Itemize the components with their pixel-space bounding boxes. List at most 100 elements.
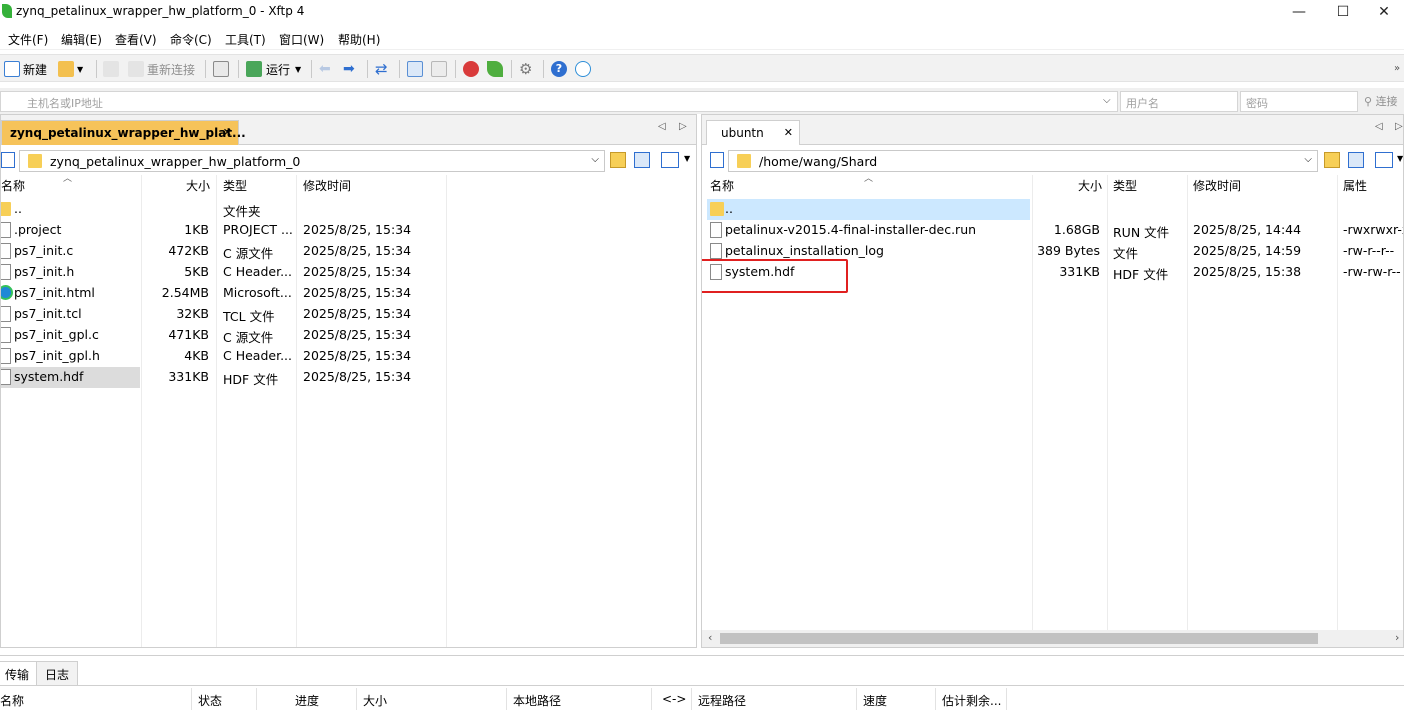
refresh-icon[interactable]	[634, 152, 650, 168]
xshell-button[interactable]	[463, 59, 479, 79]
xftp-button[interactable]	[487, 59, 503, 79]
col-attributes[interactable]: 属性	[1343, 177, 1367, 194]
horizontal-scrollbar[interactable]: ‹ ›	[702, 630, 1403, 647]
file-size: 4KB	[184, 348, 209, 363]
scroll-right-icon[interactable]: ›	[1395, 631, 1399, 644]
chat-button[interactable]	[575, 59, 591, 79]
col-mtime[interactable]: 修改时间	[303, 177, 351, 194]
password-input[interactable]: 密码	[1240, 91, 1358, 112]
connect-icon: ⚲	[1364, 95, 1373, 108]
col-type[interactable]: 类型	[223, 177, 247, 194]
menu-view[interactable]: 查看(V)	[115, 31, 157, 48]
remote-path-select[interactable]: /home/wang/Shard ⌵	[728, 150, 1318, 172]
tab-local-session[interactable]: zynq_petalinux_wrapper_hw_plat... ✕	[1, 120, 246, 145]
sync-arrows-icon[interactable]: ⇄	[375, 59, 388, 79]
local-pane: zynq_petalinux_wrapper_hw_plat... ✕ ◁ ▷ …	[0, 114, 697, 648]
tab-remote-session[interactable]: ubuntn ✕	[706, 120, 800, 145]
col-size[interactable]: 大小	[186, 177, 210, 194]
connect-button[interactable]: ⚲ 连接	[1364, 93, 1398, 109]
host-dropdown-chevron-icon[interactable]: ⌵	[1103, 95, 1111, 106]
tree-toggle-icon[interactable]	[710, 152, 724, 168]
tab-transfer[interactable]: 传输	[0, 661, 39, 685]
local-file-row[interactable]: ps7_init.h 5KB C Header... 2025/8/25, 15…	[1, 262, 696, 283]
local-file-row[interactable]: ps7_init_gpl.c 471KB C 源文件 2025/8/25, 15…	[1, 325, 696, 346]
parent-folder-icon[interactable]	[1324, 152, 1340, 168]
gear-icon[interactable]: ⚙	[519, 59, 532, 79]
menu-window[interactable]: 窗口(W)	[279, 31, 324, 48]
properties-button[interactable]	[213, 59, 229, 79]
local-file-row-selected[interactable]: system.hdf 331KB HDF 文件 2025/8/25, 15:34	[1, 367, 696, 388]
scroll-left-icon[interactable]: ‹	[708, 631, 712, 644]
chevron-down-icon[interactable]: ▼	[1397, 154, 1403, 163]
col-type[interactable]: 类型	[1113, 177, 1137, 194]
menu-edit[interactable]: 编辑(E)	[61, 31, 102, 48]
col-local-path[interactable]: 本地路径	[513, 692, 561, 709]
file-name: ..	[725, 201, 733, 216]
file-type: C 源文件	[223, 246, 274, 261]
local-file-row[interactable]: ps7_init.c 472KB C 源文件 2025/8/25, 15:34	[1, 241, 696, 262]
tree-toggle-icon[interactable]	[1, 152, 15, 168]
maximize-button[interactable]: ☐	[1320, 0, 1366, 24]
back-arrow-icon[interactable]: ⬅	[319, 59, 331, 79]
col-time-remaining[interactable]: 估计剩余...	[942, 692, 1001, 709]
view-mode-icon[interactable]	[661, 152, 679, 168]
minimize-button[interactable]: —	[1276, 0, 1322, 24]
username-input[interactable]: 用户名	[1120, 91, 1238, 112]
remote-pane: ubuntn ✕ ◁ ▷ /home/wang/Shard ⌵ ▼ 名称 ︿ 大…	[701, 114, 1404, 648]
tab-scroll-left-icon[interactable]: ◁	[658, 121, 666, 132]
remote-tab-strip: ubuntn ✕ ◁ ▷	[702, 115, 1403, 145]
col-size[interactable]: 大小	[1078, 177, 1102, 194]
remote-file-row-parent[interactable]: ..	[702, 199, 1403, 220]
local-file-row[interactable]: ps7_init_gpl.h 4KB C Header... 2025/8/25…	[1, 346, 696, 367]
close-button[interactable]: ✕	[1364, 0, 1404, 24]
col-transfer-size[interactable]: 大小	[363, 692, 387, 709]
forward-arrow-icon[interactable]: ➡	[343, 59, 355, 79]
tab-scroll-left-icon[interactable]: ◁	[1375, 121, 1383, 132]
close-tab-icon[interactable]: ✕	[784, 126, 793, 139]
tab-log[interactable]: 日志	[36, 661, 79, 685]
file-mtime: 2025/8/25, 15:34	[303, 327, 412, 342]
local-path-select[interactable]: zynq_petalinux_wrapper_hw_platform_0 ⌵	[19, 150, 605, 172]
local-file-row[interactable]: .. 文件夹	[1, 199, 696, 220]
remote-file-row[interactable]: petalinux-v2015.4-final-installer-dec.ru…	[702, 220, 1403, 241]
tab-scroll-right-icon[interactable]: ▷	[1395, 121, 1403, 132]
copy-button[interactable]	[407, 59, 423, 79]
col-remote-path[interactable]: 远程路径	[698, 692, 746, 709]
parent-folder-icon[interactable]	[610, 152, 626, 168]
col-name[interactable]: 名称	[1, 177, 25, 194]
file-type: TCL 文件	[223, 309, 275, 324]
chevron-down-icon[interactable]: ▼	[684, 154, 690, 163]
col-mtime[interactable]: 修改时间	[1193, 177, 1241, 194]
link-icon	[103, 61, 119, 77]
paste-button[interactable]	[431, 59, 447, 79]
menu-help[interactable]: 帮助(H)	[338, 31, 380, 48]
tab-scroll-right-icon[interactable]: ▷	[679, 121, 687, 132]
copy-icon	[407, 61, 423, 77]
col-direction[interactable]: <->	[662, 692, 686, 706]
reconnect-button[interactable]: 重新连接	[128, 59, 195, 79]
col-transfer-status[interactable]: 状态	[198, 692, 222, 709]
menu-file[interactable]: 文件(F)	[8, 31, 48, 48]
refresh-icon[interactable]	[1348, 152, 1364, 168]
toolbar-overflow-icon[interactable]: »	[1394, 63, 1400, 74]
open-folder-button[interactable]: ▼	[58, 59, 83, 79]
menu-tools[interactable]: 工具(T)	[225, 31, 266, 48]
local-file-row[interactable]: .project 1KB PROJECT ... 2025/8/25, 15:3…	[1, 220, 696, 241]
local-file-row[interactable]: ps7_init.html 2.54MB Microsoft... 2025/8…	[1, 283, 696, 304]
local-file-row[interactable]: ps7_init.tcl 32KB TCL 文件 2025/8/25, 15:3…	[1, 304, 696, 325]
col-speed[interactable]: 速度	[863, 692, 887, 709]
run-button[interactable]: 运行 ▼	[246, 59, 301, 79]
col-transfer-progress[interactable]: 进度	[295, 692, 319, 709]
col-name[interactable]: 名称	[710, 177, 734, 194]
close-tab-icon[interactable]: ✕	[223, 126, 232, 139]
reconnect-label: 重新连接	[147, 62, 196, 77]
scrollbar-thumb[interactable]	[720, 633, 1318, 644]
menu-command[interactable]: 命令(C)	[170, 31, 212, 48]
col-transfer-name[interactable]: 名称	[0, 692, 24, 709]
file-mtime: 2025/8/25, 15:34	[303, 285, 412, 300]
host-input[interactable]: 主机名或IP地址	[0, 91, 1118, 112]
help-button[interactable]: ?	[551, 59, 567, 79]
new-session-button[interactable]: 新建	[4, 59, 47, 79]
disconnect-button[interactable]	[103, 59, 119, 79]
view-mode-icon[interactable]	[1375, 152, 1393, 168]
